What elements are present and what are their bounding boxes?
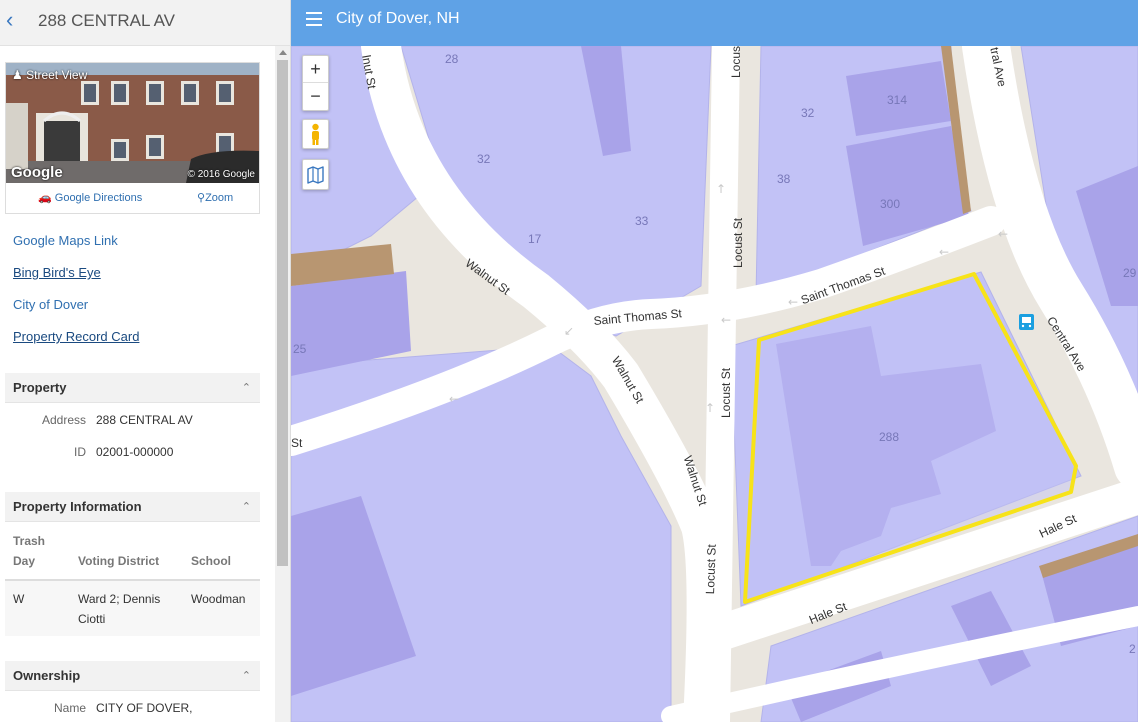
street-label: Locust St — [719, 367, 733, 418]
sidebar-title: 288 CENTRAL AV — [38, 11, 176, 30]
pegman-button[interactable] — [302, 119, 329, 149]
pegman-icon — [312, 123, 319, 145]
back-icon[interactable]: ‹ — [6, 9, 24, 32]
parcel-number: 288 — [879, 430, 900, 444]
car-icon: 🚗 — [38, 192, 52, 204]
google-directions-label: Google Directions — [54, 192, 143, 204]
col-voting-district: Voting District — [78, 554, 160, 568]
property-info-panel-title: Property Information — [13, 499, 142, 514]
scroll-up-icon[interactable] — [279, 50, 287, 55]
col-trash-day-line1: Trash — [13, 534, 46, 548]
svg-text:←: ← — [721, 313, 731, 327]
svg-text:←: ← — [788, 295, 798, 309]
svg-text:←: ← — [998, 227, 1008, 241]
collapse-chevron-icon[interactable]: ⌃ — [242, 381, 251, 394]
parcel-number: 28 — [445, 52, 459, 66]
collapse-chevron-icon[interactable]: ⌃ — [242, 669, 251, 682]
scrollbar-thumb[interactable] — [277, 60, 288, 566]
property-record-card-link[interactable]: Property Record Card — [13, 329, 139, 344]
sidebar-header: ‹ 288 CENTRAL AV — [0, 0, 290, 46]
map[interactable]: ↑ ↑ ← ← ← ← ↙ ← lnut St Walnut St Walnut St W… — [291, 46, 1138, 722]
col-school: School — [191, 554, 232, 568]
map-canvas[interactable]: ↑ ↑ ← ← ← ← ↙ ← — [291, 46, 1138, 722]
zoom-label: Zoom — [205, 192, 234, 204]
col-trash-day-line2: Day — [13, 554, 36, 568]
svg-text:←: ← — [449, 392, 459, 406]
cell-voting-line1: Ward 2; Dennis — [78, 592, 161, 606]
zoom-control: + − — [302, 55, 329, 111]
svg-text:←: ← — [939, 245, 949, 259]
street-view-label-text: Street View — [26, 68, 88, 82]
bing-birds-eye-link[interactable]: Bing Bird's Eye — [13, 265, 101, 280]
google-logo: Google — [11, 164, 63, 181]
parcel-number: 33 — [635, 214, 649, 228]
map-icon — [307, 166, 324, 184]
parcel-number: 314 — [887, 93, 908, 107]
address-value: 288 CENTRAL AV — [96, 413, 193, 427]
ownership-panel-title: Ownership — [13, 668, 81, 683]
google-maps-link[interactable]: Google Maps Link — [13, 233, 118, 248]
app-title: City of Dover, NH — [336, 10, 460, 27]
parcel-number: 25 — [293, 342, 307, 356]
address-label: Address — [41, 413, 86, 427]
street-label: St — [291, 436, 303, 450]
street-view-label: ♟ Street View — [12, 68, 87, 82]
parcel-number: 300 — [880, 197, 901, 211]
owner-name-value: CITY OF DOVER, — [96, 701, 193, 715]
zoom-out-button[interactable]: − — [303, 83, 328, 110]
property-panel-header[interactable]: Property ⌃ — [5, 373, 260, 403]
google-directions-link[interactable]: 🚗 Google Directions — [38, 191, 142, 204]
sidebar: ‹ 288 CENTRAL AV ♟ Street View Google © … — [0, 0, 291, 722]
parcel-number: 32 — [801, 106, 815, 120]
cell-trash-day: W — [13, 592, 25, 606]
street-label: Locust St — [703, 543, 719, 595]
collapse-chevron-icon[interactable]: ⌃ — [242, 500, 251, 513]
street-view-card: ♟ Street View Google © 2016 Google 🚗 Goo… — [5, 62, 260, 214]
cell-voting-line2: Ciotti — [78, 612, 106, 626]
pegman-small-icon: ♟ — [12, 68, 23, 82]
map-marker-icon: ⚲ — [197, 192, 206, 204]
bus-stop-icon[interactable] — [1019, 314, 1034, 330]
hamburger-menu-icon[interactable] — [306, 12, 322, 26]
parcel-number: 32 — [477, 152, 491, 166]
city-of-dover-link[interactable]: City of Dover — [13, 297, 88, 312]
id-value: 02001-000000 — [96, 445, 174, 459]
svg-text:↙: ↙ — [564, 324, 574, 338]
id-label: ID — [74, 445, 86, 459]
street-view-image[interactable]: ♟ Street View Google © 2016 Google — [6, 63, 259, 183]
street-label: Locust — [729, 46, 743, 78]
svg-text:↑: ↑ — [716, 182, 726, 196]
street-view-copyright: © 2016 Google — [187, 169, 255, 180]
property-info-panel-header[interactable]: Property Information ⌃ — [5, 492, 260, 522]
owner-name-label: Name — [53, 701, 86, 715]
street-label: Locust St — [731, 217, 745, 268]
ownership-panel-header[interactable]: Ownership ⌃ — [5, 661, 260, 691]
zoom-in-button[interactable]: + — [303, 56, 328, 83]
basemap-button[interactable] — [302, 159, 329, 190]
parcel-number: 17 — [528, 232, 542, 246]
zoom-link[interactable]: ⚲Zoom — [197, 191, 233, 204]
parcel-number: 38 — [777, 172, 791, 186]
cell-school: Woodman — [191, 592, 246, 606]
street-view-actions: 🚗 Google Directions ⚲Zoom — [6, 185, 259, 213]
property-panel-title: Property — [13, 380, 67, 395]
sidebar-scrollbar[interactable] — [275, 46, 290, 722]
parcel-number: 2 — [1129, 642, 1136, 656]
top-bar: City of Dover, NH — [291, 0, 1138, 46]
app-root: ‹ 288 CENTRAL AV ♟ Street View Google © … — [0, 0, 1138, 722]
svg-text:↑: ↑ — [705, 401, 715, 415]
parcel-number: 29 — [1123, 266, 1137, 280]
